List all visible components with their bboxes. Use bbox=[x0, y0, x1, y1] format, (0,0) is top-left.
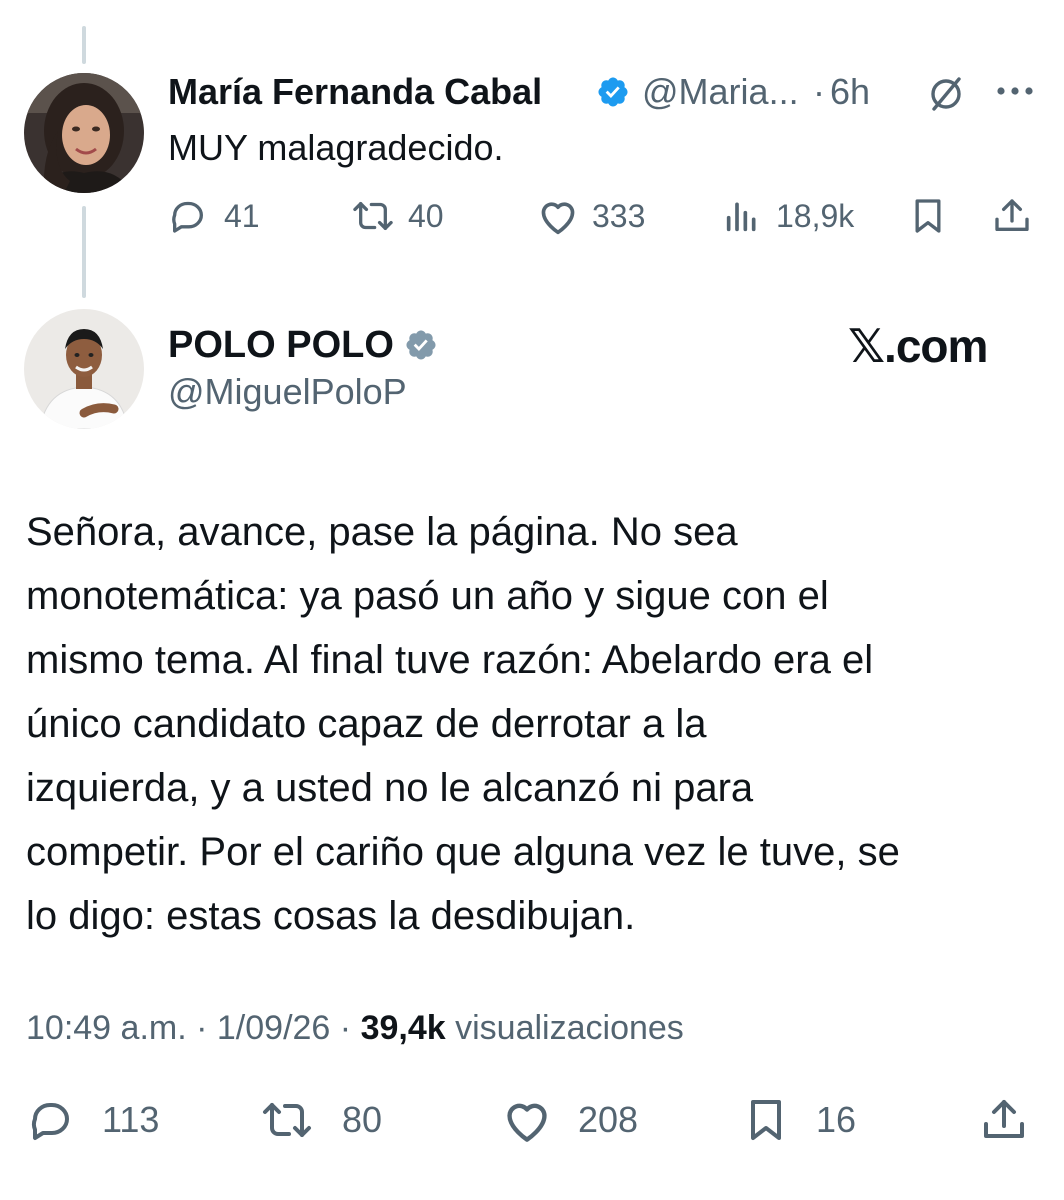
repost-count: 80 bbox=[342, 1099, 383, 1140]
reply-context-text: MUY malagradecido. bbox=[168, 127, 504, 168]
views-count: 18,9k bbox=[776, 197, 855, 234]
meta-separator: · bbox=[813, 71, 825, 112]
heart-icon bbox=[500, 1096, 554, 1144]
tweet-text-line: Señora, avance, pase la página. No sea bbox=[26, 510, 738, 554]
tweet-time[interactable]: 10:49 a.m. bbox=[26, 1009, 187, 1047]
verified-gray-badge-icon bbox=[404, 328, 438, 362]
tweet-text-line: único candidato capaz de derrotar a la bbox=[26, 702, 707, 746]
bookmark-icon[interactable] bbox=[908, 196, 948, 236]
tweet-text-line: lo digo: estas cosas la desdibujan. bbox=[26, 894, 636, 938]
avatar-polo-polo[interactable] bbox=[24, 309, 144, 429]
like-button[interactable]: 333 bbox=[536, 196, 645, 236]
reply-button[interactable]: 113 bbox=[26, 1096, 159, 1144]
tweet-text-line: competir. Por el cariño que alguna vez l… bbox=[26, 830, 900, 874]
views-button[interactable]: 18,9k bbox=[722, 196, 854, 236]
bookmark-icon bbox=[742, 1096, 790, 1144]
like-button[interactable]: 208 bbox=[500, 1096, 638, 1144]
like-count: 333 bbox=[592, 197, 646, 234]
comment-icon bbox=[26, 1096, 76, 1144]
share-icon[interactable] bbox=[980, 1096, 1028, 1144]
repost-count: 40 bbox=[408, 197, 444, 234]
tweet-meta: 10:49 a.m. · 1/09/26 · 39,4k visualizaci… bbox=[26, 1006, 684, 1050]
tweet-body: Señora, avance, pase la página. No sea m… bbox=[26, 500, 900, 948]
views-label: visualizaciones bbox=[455, 1009, 684, 1047]
heart-icon bbox=[536, 196, 580, 236]
slashed-circle-icon[interactable] bbox=[926, 74, 966, 114]
reply-count: 41 bbox=[224, 197, 260, 234]
share-icon[interactable] bbox=[992, 196, 1032, 236]
bookmark-button[interactable]: 16 bbox=[742, 1096, 856, 1144]
comment-icon bbox=[168, 196, 208, 236]
tweet-text-line: monotemática: ya pasó un año y sigue con… bbox=[26, 574, 829, 618]
tweet-text-line: mismo tema. Al final tuve razón: Abelard… bbox=[26, 638, 874, 682]
avatar-maria-fernanda[interactable] bbox=[24, 73, 144, 193]
verified-blue-badge-icon bbox=[596, 75, 630, 109]
author-handle-polo[interactable]: @MiguelPoloP bbox=[168, 370, 407, 414]
repost-icon bbox=[350, 196, 396, 236]
repost-icon bbox=[258, 1096, 316, 1144]
author-handle-maria[interactable]: @Maria... bbox=[642, 70, 799, 114]
author-name-polo[interactable]: POLO POLO bbox=[168, 322, 394, 368]
author-name-maria[interactable]: María Fernanda Cabal bbox=[168, 70, 542, 114]
repost-button[interactable]: 40 bbox=[350, 196, 444, 236]
thread-line-bottom bbox=[82, 206, 86, 298]
bookmark-count: 16 bbox=[816, 1099, 857, 1140]
meta-separator: · bbox=[339, 1009, 352, 1047]
like-count: 208 bbox=[578, 1099, 639, 1140]
reply-count: 113 bbox=[102, 1099, 160, 1140]
reply-button[interactable]: 41 bbox=[168, 196, 260, 236]
thread-line-top bbox=[82, 26, 86, 64]
views-total-count: 39,4k bbox=[360, 1009, 446, 1047]
tweet-time-relative[interactable]: 6h bbox=[830, 70, 870, 114]
tweet-text-line: izquierda, y a usted no le alcanzó ni pa… bbox=[26, 766, 754, 810]
ellipsis-icon[interactable] bbox=[996, 86, 1034, 96]
meta-separator: · bbox=[196, 1009, 208, 1047]
views-chart-icon bbox=[722, 196, 762, 236]
x-com-watermark: 𝕏.com bbox=[848, 320, 988, 372]
tweet-date[interactable]: 1/09/26 bbox=[217, 1009, 330, 1047]
repost-button[interactable]: 80 bbox=[258, 1096, 382, 1144]
